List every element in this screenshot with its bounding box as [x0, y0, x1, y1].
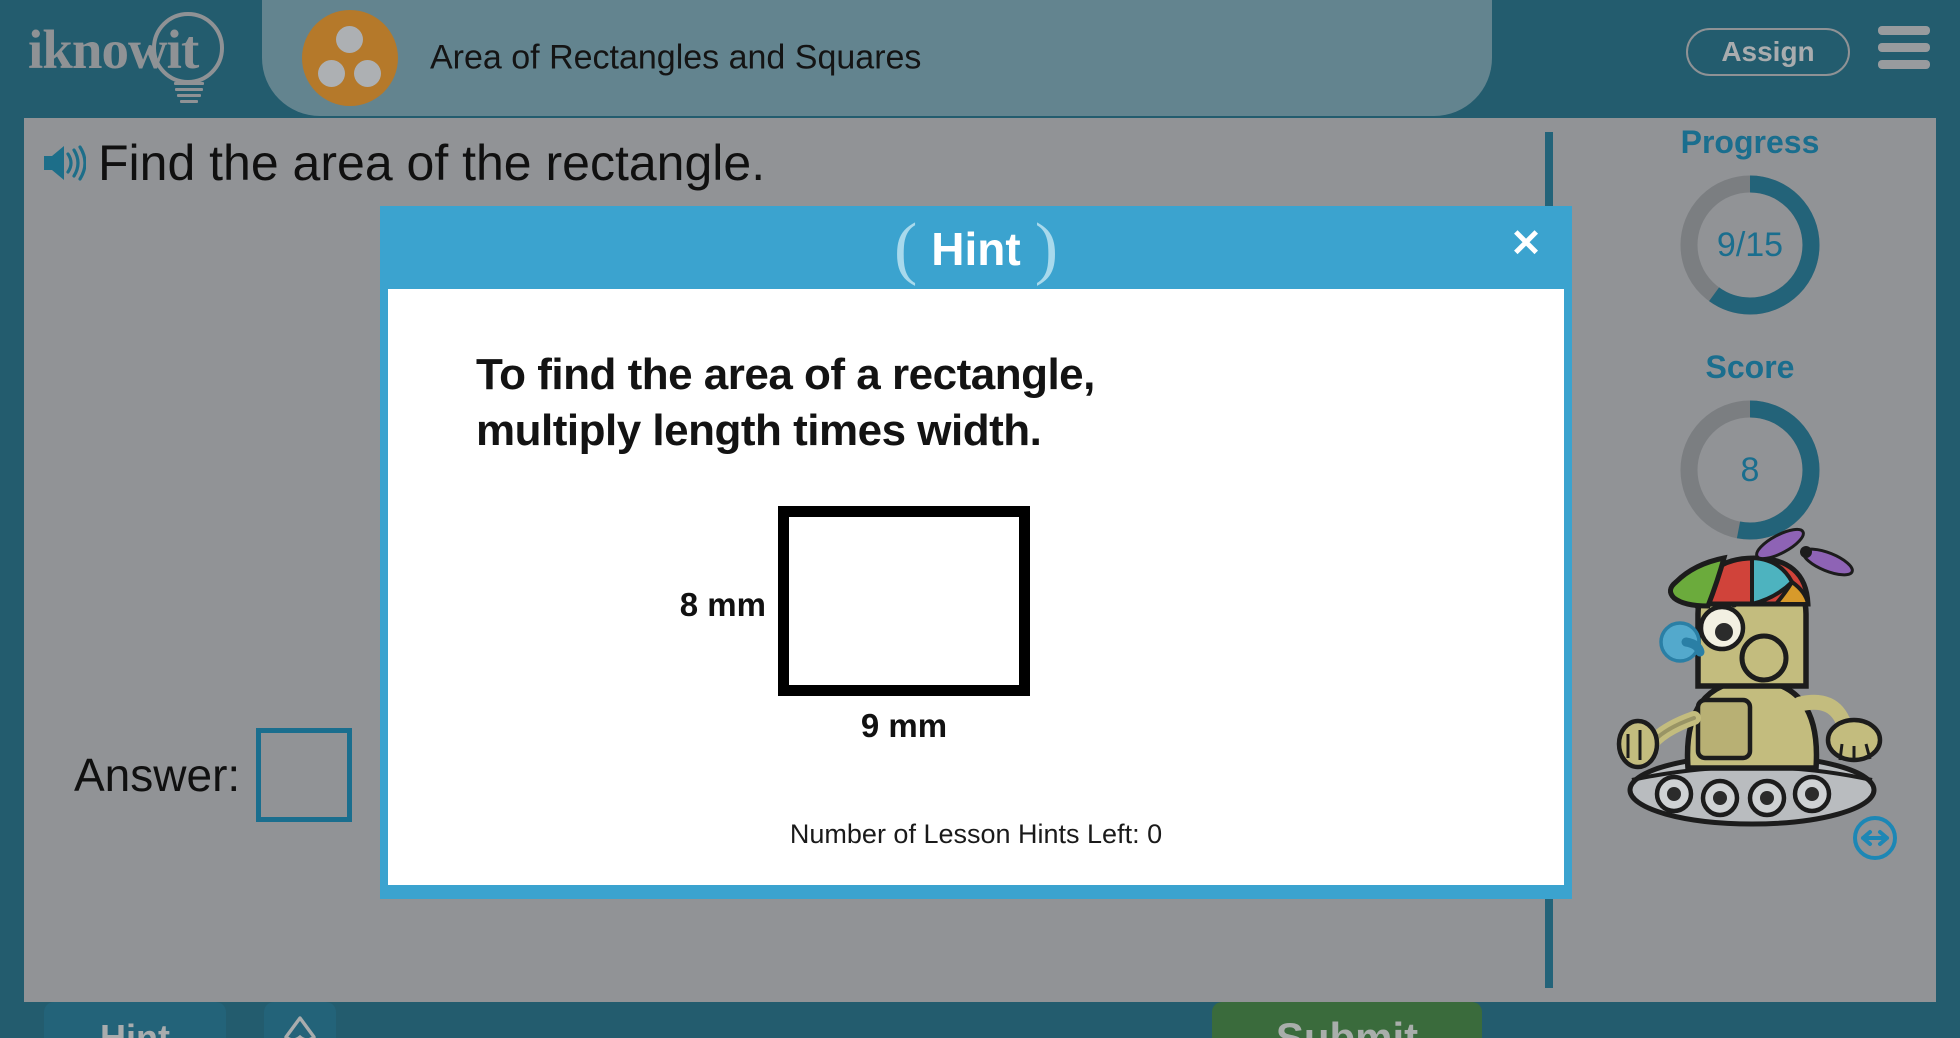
- scratchpad-button[interactable]: [264, 1002, 336, 1038]
- lesson-title: Area of Rectangles and Squares: [430, 38, 922, 77]
- hint-modal: ( Hint ) ✕ To find the area of a rectang…: [380, 206, 1572, 899]
- app-root: iknowit Area of Rectangles and Squares A…: [0, 0, 1960, 1038]
- hint-button[interactable]: Hint: [44, 1002, 226, 1038]
- submit-button[interactable]: Submit: [1212, 1002, 1482, 1038]
- left-paren-decoration: (: [893, 210, 918, 287]
- resize-handle-icon[interactable]: [1852, 815, 1898, 861]
- right-paren-decoration: ): [1034, 210, 1059, 287]
- close-icon[interactable]: ✕: [1506, 224, 1546, 264]
- three-dots-circle-icon: [302, 10, 398, 106]
- hint-body-line-2: multiply length times width.: [476, 406, 1042, 456]
- brand-logo[interactable]: iknowit: [26, 6, 226, 106]
- pencil-icon: [284, 1016, 316, 1038]
- status-rail: Progress 9/15 Score 8: [1564, 118, 1936, 1002]
- question-text: Find the area of the rectangle.: [98, 135, 766, 191]
- figure-width-label: 9 mm: [860, 707, 948, 744]
- lightbulb-base-icon: [174, 82, 204, 104]
- lesson-banner: Area of Rectangles and Squares: [262, 0, 1492, 116]
- hint-modal-header: ( Hint ) ✕: [380, 206, 1572, 289]
- robot-mascot[interactable]: [1602, 518, 1902, 860]
- rectangle-shape: [778, 506, 1030, 696]
- progress-ring: 9/15: [1674, 169, 1826, 321]
- progress-label: Progress: [1680, 124, 1820, 160]
- assign-button[interactable]: Assign: [1686, 28, 1850, 76]
- hint-body-text: To find the area of a rectangle, multipl…: [476, 347, 1376, 460]
- score-label: Score: [1705, 349, 1795, 385]
- hint-modal-title-wrap: ( Hint ): [894, 214, 1058, 284]
- question-row: Find the area of the rectangle.: [42, 134, 765, 192]
- hint-body-line-1: To find the area of a rectangle,: [476, 350, 1095, 399]
- hint-modal-title: Hint: [931, 223, 1021, 275]
- answer-row: Answer:: [74, 728, 353, 822]
- hint-figure: 8 mm 9 mm: [598, 504, 1158, 754]
- answer-input[interactable]: [256, 728, 353, 822]
- top-bar: iknowit Area of Rectangles and Squares A…: [0, 0, 1960, 118]
- speaker-icon[interactable]: [42, 142, 86, 184]
- lightbulb-icon: [152, 12, 224, 84]
- answer-label: Answer:: [74, 749, 241, 801]
- progress-value: 9/15: [1716, 225, 1784, 264]
- figure-height-label: 8 mm: [679, 586, 766, 623]
- hamburger-menu-icon[interactable]: [1878, 26, 1930, 74]
- hint-modal-body: To find the area of a rectangle, multipl…: [388, 289, 1564, 885]
- hints-left-text: Number of Lesson Hints Left: 0: [789, 819, 1163, 849]
